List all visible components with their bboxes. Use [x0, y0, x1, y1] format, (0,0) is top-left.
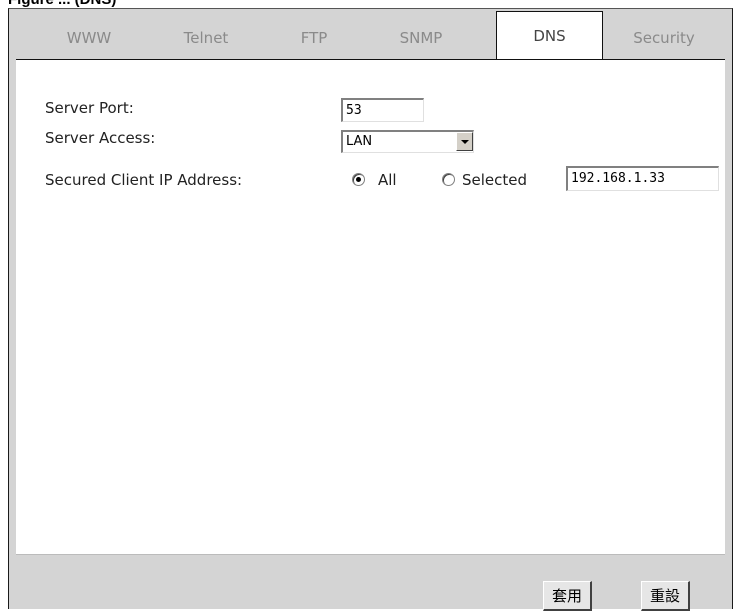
tab-security[interactable]: Security [609, 17, 719, 60]
reset-button[interactable]: 重設 [641, 581, 690, 611]
figure-caption: Figure ... (DNS) [0, 0, 741, 8]
apply-button[interactable]: 套用 [543, 581, 592, 611]
tab-content: Server Port: 53 Server Access: LAN Secur… [16, 59, 725, 555]
tab-dns[interactable]: DNS [496, 11, 603, 60]
radio-selected[interactable] [442, 173, 455, 186]
tab-bar: WWW Telnet FTP SNMP DNS Security [9, 9, 732, 60]
radio-all[interactable] [352, 173, 365, 186]
server-access-value: LAN [346, 134, 373, 149]
tab-ftp[interactable]: FTP [259, 17, 369, 60]
server-port-label: Server Port: [45, 99, 134, 117]
server-access-label: Server Access: [45, 129, 156, 147]
secured-client-ip-label: Secured Client IP Address: [45, 171, 243, 189]
tab-snmp[interactable]: SNMP [366, 17, 476, 60]
tab-telnet[interactable]: Telnet [151, 17, 261, 60]
radio-selected-label: Selected [462, 171, 528, 189]
dns-settings-panel: WWW Telnet FTP SNMP DNS Security Server … [8, 8, 733, 611]
chevron-down-icon[interactable] [456, 132, 473, 151]
radio-all-label: All [378, 171, 397, 189]
tab-www[interactable]: WWW [34, 17, 144, 60]
caption-text: Figure ... (DNS) [8, 0, 116, 8]
server-port-input[interactable]: 53 [341, 98, 424, 122]
server-access-select[interactable]: LAN [341, 130, 474, 153]
selected-ip-input[interactable]: 192.168.1.33 [566, 166, 719, 191]
